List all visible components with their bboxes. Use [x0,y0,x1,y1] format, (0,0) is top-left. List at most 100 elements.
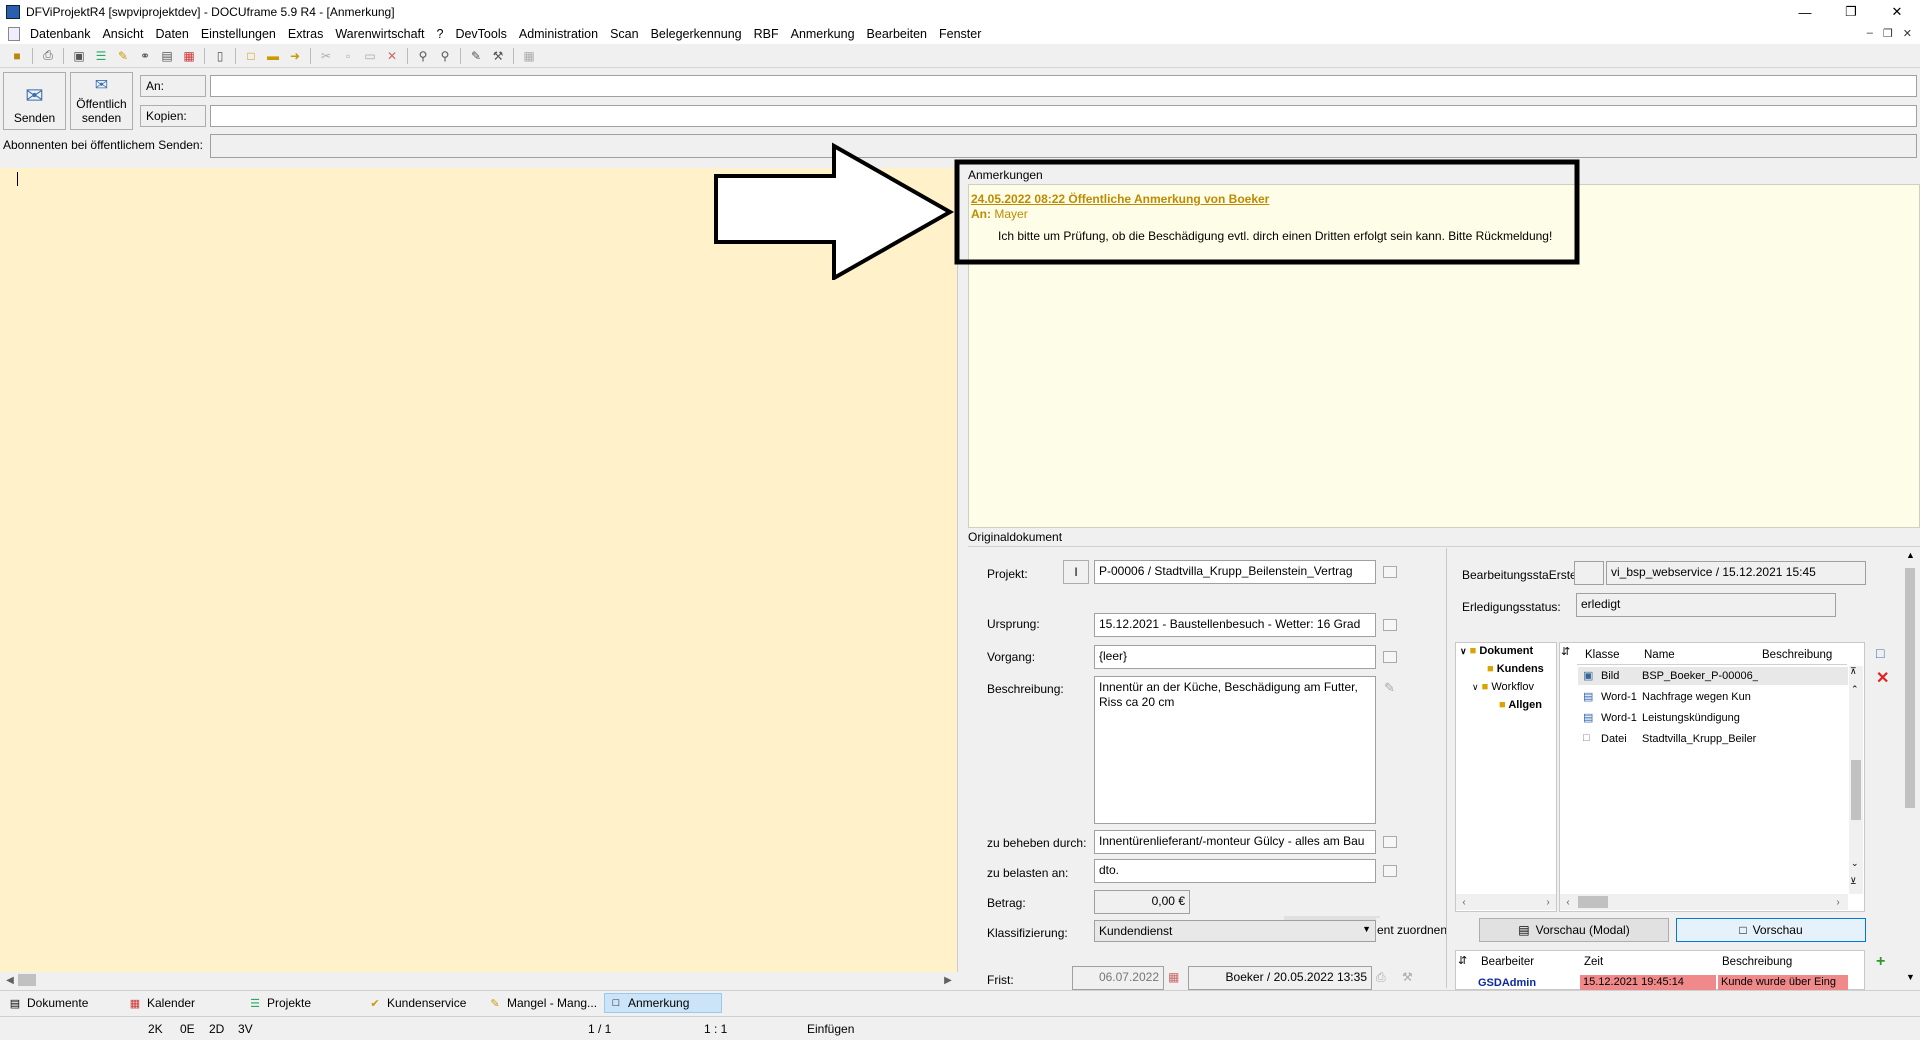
mdi-minimize-icon[interactable]: – [1867,27,1873,40]
mdi-close-icon[interactable]: ✕ [1903,27,1912,40]
menu-scan[interactable]: Scan [604,27,645,41]
menu-extras[interactable]: Extras [282,27,329,41]
new-doc-icon[interactable]: □ [242,47,260,65]
status-small-field[interactable] [1574,561,1604,585]
scroll-left-icon[interactable]: ‹ [1456,894,1472,910]
menu-bearbeiten[interactable]: Bearbeiten [861,27,933,41]
expand-icon[interactable]: ∨ [1460,646,1467,656]
menu-administration[interactable]: Administration [513,27,604,41]
cc-label[interactable]: Kopien: [140,105,206,127]
tab-anmerkung[interactable]: □ Anmerkung [604,993,722,1013]
menu-warenwirtschaft[interactable]: Warenwirtschaft [329,27,430,41]
vorgang-field[interactable]: {leer} [1094,645,1376,669]
document-list-icon[interactable]: ▤ [158,47,176,65]
calendar-icon[interactable]: ▦ [180,47,198,65]
ursprung-field[interactable]: 15.12.2021 - Baustellenbesuch - Wetter: … [1094,613,1376,637]
copy-icon[interactable]: ▫ [339,47,357,65]
frist-field[interactable]: 06.07.2022 [1072,966,1164,990]
sort-icon[interactable]: ⇵ [1458,954,1467,967]
paste-icon[interactable]: ▭ [361,47,379,65]
note-icon[interactable]: ✎ [114,47,132,65]
tree-root[interactable]: ∨ ■ Dokument [1460,645,1533,657]
menu-datenbank[interactable]: Datenbank [24,27,96,41]
erledigung-field[interactable]: erledigt [1576,593,1836,617]
scroll-thumb[interactable] [1851,760,1861,820]
tree-item-workflow[interactable]: ∨ ■ Workflov [1472,681,1534,693]
search-replace-icon[interactable]: ⚲ [436,47,454,65]
betrag-field[interactable]: 0,00 € [1094,890,1190,914]
to-label[interactable]: An: [140,75,206,97]
klassifizierung-select[interactable]: Kundendienst ▼ [1094,920,1376,942]
belasten-open-icon[interactable] [1383,865,1397,877]
beheben-field[interactable]: Innentürenlieferant/-monteur Gülcy - all… [1094,830,1376,854]
projekt-button[interactable]: I [1063,560,1089,584]
scroll-right-icon[interactable]: › [1540,894,1556,910]
tab-kalender[interactable]: ▦ Kalender [124,993,199,1013]
send-button[interactable]: ✉ Senden [3,72,66,130]
menu-einstellungen[interactable]: Einstellungen [195,27,282,41]
tree-item-kundenservice[interactable]: ■ Kundens [1487,663,1544,675]
to-field[interactable] [210,75,1917,97]
col-bearbeiter[interactable]: Bearbeiter [1481,956,1534,968]
cut-icon[interactable]: ✂ [317,47,335,65]
scroll-thumb[interactable] [1578,896,1608,908]
menu-help[interactable]: ? [430,27,449,41]
menu-ansicht[interactable]: Ansicht [96,27,149,41]
edit-icon[interactable]: ✎ [467,47,485,65]
frist-calendar-icon[interactable]: ▦ [1168,970,1179,984]
note-editor[interactable] [0,168,958,972]
preview-button[interactable]: □ Vorschau [1676,918,1866,942]
open-icon[interactable]: ■ [8,47,26,65]
scroll-thumb[interactable] [1905,568,1915,808]
menu-daten[interactable]: Daten [149,27,194,41]
vorgang-open-icon[interactable] [1383,651,1397,663]
scroll-right-icon[interactable]: ▶ [940,972,956,988]
add-document-icon[interactable]: □ [1876,645,1884,661]
col-name[interactable]: Name [1644,649,1675,661]
tree-hscrollbar[interactable]: ‹ › [1456,894,1556,910]
history-user[interactable]: GSDAdmin [1478,977,1578,989]
projekt-field[interactable]: P-00006 / Stadtvilla_Krupp_Beilenstein_V… [1094,560,1376,584]
scroll-up-icon[interactable]: ▲ [1906,550,1915,560]
menu-rbf[interactable]: RBF [748,27,785,41]
documents-vscrollbar[interactable]: ⊼ ⌃ ⌄ ⊻ [1849,666,1863,894]
frist-tools-icon[interactable]: ⚒ [1402,970,1413,984]
attach-icon[interactable]: ⚭ [136,47,154,65]
delete-icon[interactable]: ✕ [383,47,401,65]
tab-projekte[interactable]: ☰ Projekte [244,993,315,1013]
maximize-button[interactable]: ❐ [1828,0,1874,24]
sort-icon[interactable]: ⇵ [1561,645,1570,658]
close-button[interactable]: ✕ [1874,0,1920,24]
belasten-field[interactable]: dto. [1094,859,1376,883]
beheben-open-icon[interactable] [1383,836,1397,848]
preview-modal-button[interactable]: ▤ Vorschau (Modal) [1479,918,1669,942]
print-icon[interactable]: ⎙ [39,47,57,65]
tree-item-allgemein[interactable]: ■ Allgen [1499,699,1542,711]
col-klasse[interactable]: Klasse [1585,649,1620,661]
tab-dokumente[interactable]: ▤ Dokumente [4,993,92,1013]
card-icon[interactable]: ▣ [70,47,88,65]
expand-icon[interactable]: ∨ [1472,682,1479,692]
original-vscrollbar[interactable]: ▲ ▼ [1902,548,1918,988]
menu-belegerkennung[interactable]: Belegerkennung [645,27,748,41]
scroll-bottom-icon[interactable]: ⊻ [1850,876,1857,887]
search-icon[interactable]: ⚲ [414,47,432,65]
projekt-open-icon[interactable] [1383,566,1397,578]
tab-mangel[interactable]: ✎ Mangel - Mang... [484,993,601,1013]
move-icon[interactable]: ➜ [286,47,304,65]
col-beschreibung[interactable]: Beschreibung [1762,649,1832,661]
scroll-right-icon[interactable]: › [1830,894,1846,910]
zuordnen-button[interactable]: ent zuordnen [1376,918,1448,942]
editor-hscrollbar[interactable]: ◀ ▶ [0,972,958,988]
scroll-top-icon[interactable]: ⊼ [1850,666,1857,677]
cc-field[interactable] [210,105,1917,127]
menu-anmerkung[interactable]: Anmerkung [785,27,861,41]
list-icon[interactable]: ☰ [92,47,110,65]
tools-icon[interactable]: ⚒ [489,47,507,65]
public-send-button[interactable]: ✉ Öffentlich senden [70,72,133,130]
remove-document-icon[interactable]: ✕ [1876,668,1889,688]
beschreibung-edit-icon[interactable]: ✎ [1384,680,1395,696]
phone-icon[interactable]: ▯ [211,47,229,65]
mdi-restore-icon[interactable]: ❐ [1883,27,1893,40]
document-icon[interactable] [8,27,20,41]
